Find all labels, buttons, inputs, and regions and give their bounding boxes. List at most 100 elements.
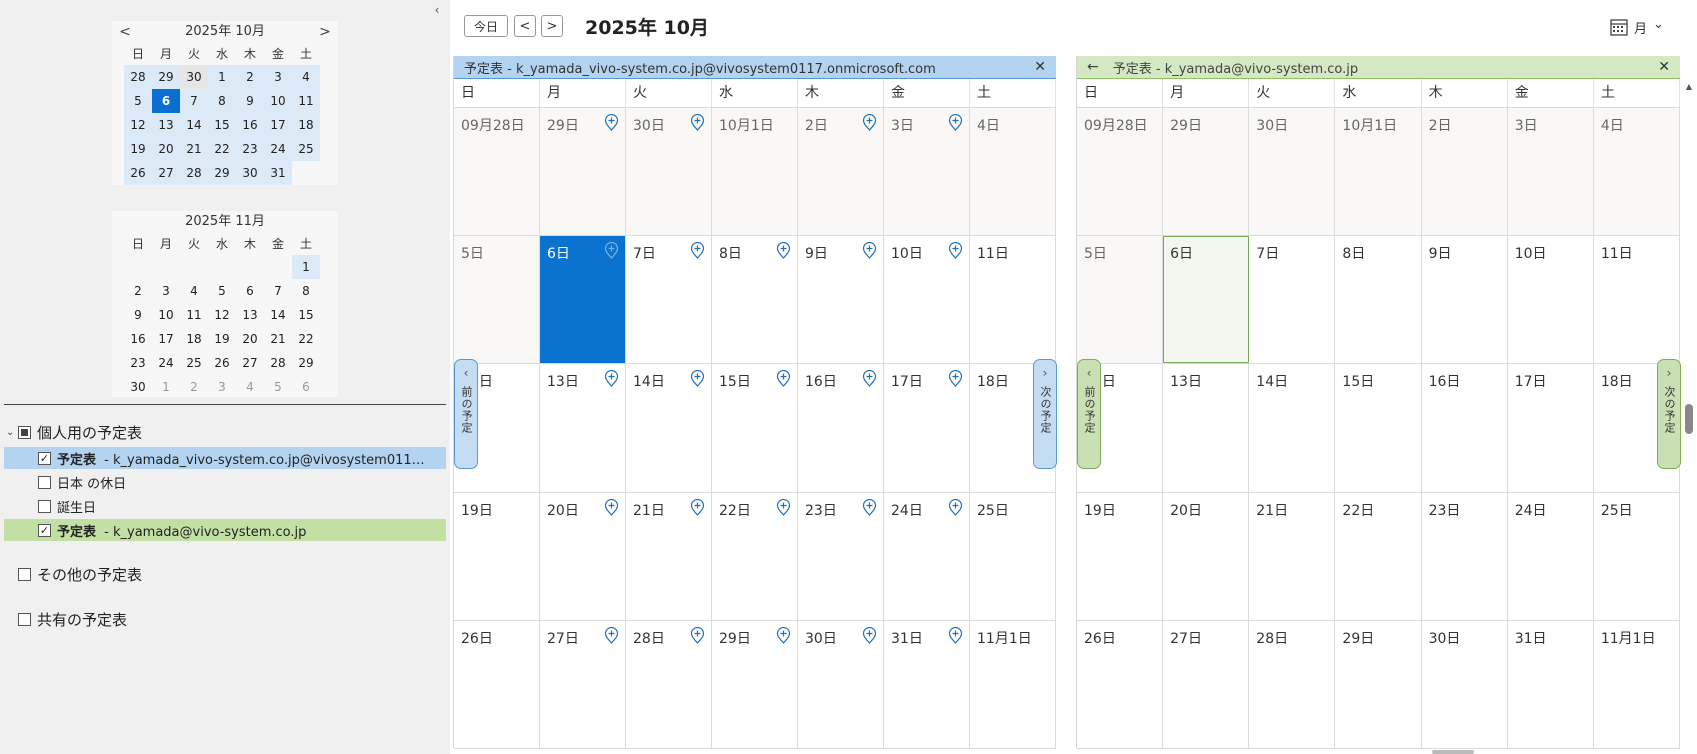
day-cell[interactable]: 19日 xyxy=(454,492,540,620)
mini-calendar-day[interactable]: 5 xyxy=(264,375,292,399)
close-icon[interactable]: ✕ xyxy=(1658,56,1670,79)
mini-calendar-day[interactable]: 13 xyxy=(236,303,264,327)
mini-calendar-day[interactable]: 7 xyxy=(264,279,292,303)
mini-calendar-day[interactable]: 28 xyxy=(124,65,152,89)
day-cell[interactable]: 9日 xyxy=(1422,236,1508,364)
today-button[interactable]: 今日 xyxy=(464,15,508,37)
add-event-pin-icon[interactable] xyxy=(862,242,877,260)
mini-calendar-day[interactable]: 29 xyxy=(208,161,236,185)
day-cell[interactable]: 31日 xyxy=(1508,620,1594,748)
collapse-pane-button[interactable]: ‹ xyxy=(430,2,444,18)
day-cell[interactable]: 24日 xyxy=(884,492,970,620)
mini-calendar-day[interactable]: 8 xyxy=(208,89,236,113)
mini-calendar-next-month-button[interactable]: > xyxy=(316,21,334,43)
group-checkbox[interactable] xyxy=(18,567,31,581)
mini-calendar-day[interactable]: 21 xyxy=(264,327,292,351)
day-cell[interactable]: 09月28日 xyxy=(454,108,540,236)
add-event-pin-icon[interactable] xyxy=(604,626,619,644)
back-arrow-icon[interactable]: ← xyxy=(1087,59,1099,75)
day-cell[interactable]: 20日 xyxy=(540,492,626,620)
mini-calendar-day[interactable]: 4 xyxy=(236,375,264,399)
calendar-item-birthdays[interactable]: 誕生日 xyxy=(4,495,446,517)
day-cell[interactable]: 2日 xyxy=(1421,108,1508,236)
mini-calendar-day[interactable]: 1 xyxy=(208,65,236,89)
mini-calendar-day[interactable]: 23 xyxy=(236,137,264,161)
mini-calendar-day[interactable]: 5 xyxy=(208,279,236,303)
mini-calendar-day[interactable]: 10 xyxy=(152,303,180,327)
day-cell[interactable]: 16日 xyxy=(1422,364,1508,492)
mini-calendar-day[interactable]: 11 xyxy=(292,89,320,113)
mini-calendar-day[interactable]: 15 xyxy=(292,303,320,327)
add-event-pin-icon[interactable] xyxy=(690,498,705,516)
mini-calendar-day[interactable]: 7 xyxy=(180,89,208,113)
add-event-pin-icon[interactable] xyxy=(604,370,619,388)
add-event-pin-icon[interactable] xyxy=(948,370,963,388)
mini-calendar-day[interactable]: 28 xyxy=(180,161,208,185)
calendar-checkbox[interactable] xyxy=(38,499,51,513)
day-cell[interactable]: 6日 xyxy=(1163,236,1250,364)
mini-calendar-day[interactable]: 16 xyxy=(124,327,152,351)
day-cell[interactable]: 7日 xyxy=(1249,236,1336,364)
add-event-pin-icon[interactable] xyxy=(690,242,705,260)
mini-calendar-day[interactable]: 5 xyxy=(124,89,152,113)
add-event-pin-icon[interactable] xyxy=(862,498,877,516)
add-event-pin-icon[interactable] xyxy=(690,370,705,388)
horizontal-scrollbar-thumb[interactable] xyxy=(1432,750,1474,754)
add-event-pin-icon[interactable] xyxy=(604,113,619,131)
mini-calendar-day[interactable]: 28 xyxy=(264,351,292,375)
day-cell[interactable]: 8日 xyxy=(1335,236,1422,364)
mini-calendar-day[interactable]: 29 xyxy=(152,65,180,89)
mini-calendar-day[interactable]: 1 xyxy=(292,255,320,279)
day-cell[interactable]: 17日 xyxy=(1508,364,1594,492)
day-cell[interactable]: 28日 xyxy=(626,620,712,748)
mini-calendar-day[interactable]: 25 xyxy=(292,137,320,161)
calendar-checkbox[interactable] xyxy=(38,475,51,489)
mini-calendar-day[interactable]: 15 xyxy=(208,113,236,137)
day-cell[interactable]: 30日 xyxy=(626,108,712,236)
mini-calendar-day[interactable]: 18 xyxy=(292,113,320,137)
next-appointment-tab[interactable]: › 次の予定 xyxy=(1033,359,1057,469)
scroll-up-arrow-icon[interactable]: ▲ xyxy=(1684,82,1694,92)
mini-calendar-day[interactable]: 13 xyxy=(152,113,180,137)
day-cell[interactable]: 13日 xyxy=(540,364,626,492)
day-cell[interactable]: 19日 xyxy=(1077,492,1164,620)
mini-calendar-day[interactable]: 12 xyxy=(124,113,152,137)
mini-calendar-day[interactable]: 14 xyxy=(264,303,292,327)
day-cell[interactable]: 5日 xyxy=(1077,236,1164,364)
day-cell[interactable]: 28日 xyxy=(1249,620,1336,748)
day-cell[interactable]: 24日 xyxy=(1508,492,1594,620)
add-event-pin-icon[interactable] xyxy=(862,626,877,644)
day-cell[interactable]: 9日 xyxy=(798,236,884,364)
day-cell[interactable]: 26日 xyxy=(1077,620,1164,748)
add-event-pin-icon[interactable] xyxy=(776,626,791,644)
mini-calendar-day[interactable]: 3 xyxy=(264,65,292,89)
day-cell[interactable]: 31日 xyxy=(884,620,970,748)
day-cell[interactable]: 26日 xyxy=(454,620,540,748)
mini-calendar-day[interactable]: 20 xyxy=(152,137,180,161)
add-event-pin-icon[interactable] xyxy=(776,242,791,260)
scrollbar-thumb[interactable] xyxy=(1685,404,1693,434)
calendar-checkbox[interactable]: ✓ xyxy=(38,523,51,537)
mini-calendar-day[interactable]: 2 xyxy=(180,375,208,399)
mini-calendar-day[interactable]: 26 xyxy=(208,351,236,375)
mini-calendar-day[interactable]: 16 xyxy=(236,113,264,137)
mini-calendar-day[interactable]: 19 xyxy=(208,327,236,351)
mini-calendar-day[interactable]: 6 xyxy=(292,375,320,399)
day-cell[interactable]: 29日 xyxy=(1163,108,1250,236)
calendar-item-yamada-vivo-system[interactable]: ✓ 予定表 - k_yamada@vivo-system.co.jp xyxy=(4,519,446,541)
day-cell[interactable]: 15日 xyxy=(1335,364,1422,492)
day-cell[interactable]: 21日 xyxy=(626,492,712,620)
day-cell[interactable]: 23日 xyxy=(798,492,884,620)
day-cell[interactable]: 22日 xyxy=(712,492,798,620)
add-event-pin-icon[interactable] xyxy=(776,370,791,388)
mini-calendar-day[interactable]: 20 xyxy=(236,327,264,351)
group-personal-calendars[interactable]: ⌄ 個人用の予定表 xyxy=(6,421,142,443)
day-cell[interactable]: 10月1日 xyxy=(1335,108,1422,236)
day-cell[interactable]: 4日 xyxy=(1593,108,1680,236)
add-event-pin-icon[interactable] xyxy=(948,113,963,131)
day-cell[interactable]: 7日 xyxy=(626,236,712,364)
day-cell[interactable]: 10日 xyxy=(884,236,970,364)
day-cell[interactable]: 4日 xyxy=(970,108,1056,236)
mini-calendar-day[interactable]: 29 xyxy=(292,351,320,375)
vertical-scrollbar[interactable]: ▲ xyxy=(1684,82,1694,746)
